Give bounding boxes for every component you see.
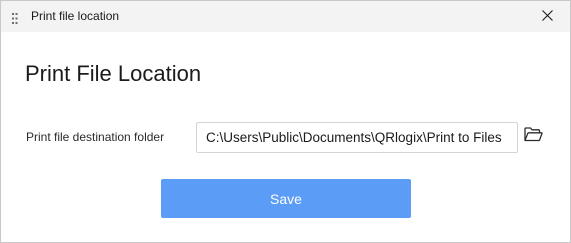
browse-folder-button[interactable] [522, 127, 544, 147]
destination-folder-label: Print file destination folder [26, 130, 165, 144]
close-icon [541, 8, 553, 26]
dialog-window: Print file location Print File Location … [0, 0, 571, 243]
folder-open-icon [523, 127, 543, 147]
page-title: Print File Location [25, 61, 202, 86]
close-button[interactable] [524, 1, 570, 32]
window-title: Print file location [31, 9, 120, 23]
save-button[interactable]: Save [161, 179, 411, 218]
app-grid-icon [12, 11, 21, 24]
destination-folder-input[interactable] [196, 122, 518, 153]
title-bar: Print file location [1, 1, 570, 32]
